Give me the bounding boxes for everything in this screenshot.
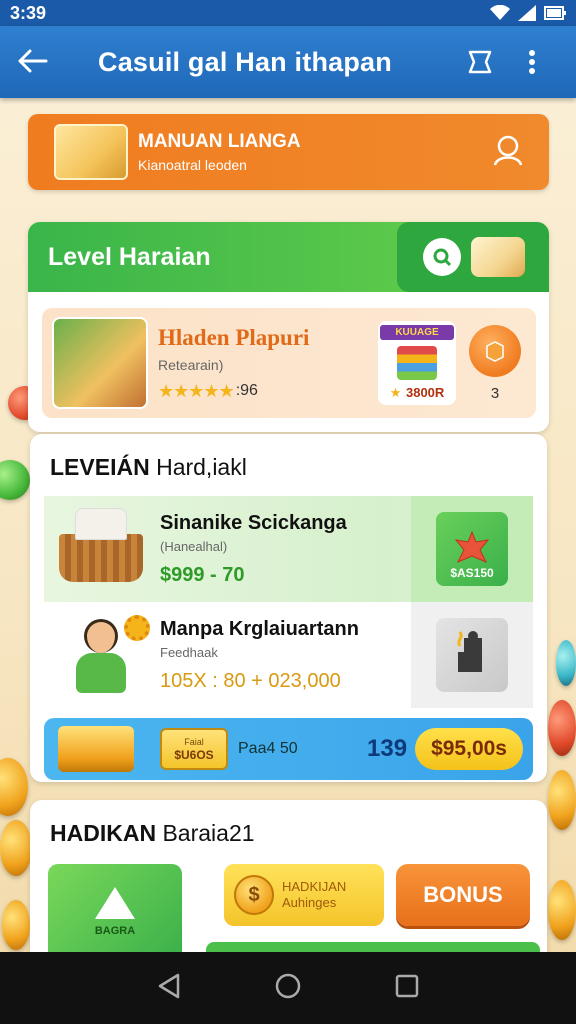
promo-count: 139 bbox=[367, 735, 408, 762]
character-avatar bbox=[66, 615, 150, 695]
search-button[interactable] bbox=[423, 238, 461, 276]
status-bar: 3:39 bbox=[0, 0, 576, 26]
decor-coin bbox=[556, 640, 576, 686]
basket-icon bbox=[59, 508, 143, 582]
user-icon bbox=[493, 135, 523, 166]
reward-line2: Auhinges bbox=[282, 895, 337, 910]
product-value: ★ 3800R bbox=[389, 385, 445, 400]
search-icon bbox=[433, 248, 452, 267]
product-box[interactable]: KUUAGE ★ 3800R bbox=[378, 321, 456, 405]
bonus-tile[interactable]: BAGRA bbox=[48, 864, 182, 960]
bonus-button[interactable]: BONUS bbox=[396, 864, 530, 926]
banner-subtitle: Kianoatral leoden bbox=[138, 157, 247, 173]
star-rating-icon: ★★★★★ bbox=[158, 380, 235, 401]
back-button[interactable] bbox=[18, 44, 70, 81]
page-title: Casuil gal Han ithapan bbox=[98, 46, 392, 77]
fuel-pump-icon bbox=[457, 631, 482, 672]
offers-title: LEVEIÁN Hard,iakl bbox=[50, 454, 247, 480]
price-tag: Faial $U6OS bbox=[160, 728, 228, 770]
gear-icon bbox=[124, 615, 150, 641]
product-label: KUUAGE bbox=[380, 325, 454, 340]
star-burst-icon bbox=[454, 530, 490, 563]
nav-back-button[interactable] bbox=[156, 972, 182, 1005]
item-title: Sinanike Scickanga bbox=[160, 511, 347, 534]
list-item[interactable]: Sinanike Scickanga (Hanealhal) $999 - 70… bbox=[44, 496, 533, 602]
dollar-coin-icon: $ bbox=[234, 875, 274, 915]
flag-icon bbox=[468, 50, 492, 74]
level-actions bbox=[397, 222, 549, 292]
triangle-back-icon bbox=[158, 973, 180, 998]
more-menu-button[interactable] bbox=[506, 49, 558, 75]
offers-card: LEVEIÁN Hard,iakl Sinanike Scickanga (Ha… bbox=[30, 434, 547, 782]
decor-coin bbox=[0, 820, 32, 876]
reward-line1: HADKIJAN bbox=[282, 879, 347, 895]
featured-rating: ★★★★★ :96 bbox=[158, 381, 378, 402]
nav-recents-button[interactable] bbox=[394, 973, 420, 1004]
status-icons bbox=[490, 5, 566, 21]
bonus-card: HADIKAN Baraia21 BAGRA $ HADKIJAN Auhing… bbox=[30, 800, 547, 960]
item-subtitle: Feedhaak bbox=[160, 644, 218, 660]
circle-home-icon bbox=[275, 973, 301, 998]
price-button[interactable]: $95,00s bbox=[415, 728, 523, 770]
item-title: Manpa Krglaiuartann bbox=[160, 617, 359, 640]
nav-home-button[interactable] bbox=[274, 972, 302, 1005]
item-value: 105X : 80 + 023,000 bbox=[160, 669, 341, 692]
featured-item[interactable]: Hladen Plapuri Retearain) ★★★★★ :96 KUUA… bbox=[42, 308, 536, 418]
system-nav-bar bbox=[0, 952, 576, 1024]
status-time: 3:39 bbox=[10, 2, 47, 23]
star-icon: ★ bbox=[389, 385, 402, 400]
promo-label: Paa4 50 bbox=[238, 740, 298, 757]
reward-button[interactable]: $ HADKIJAN Auhinges bbox=[224, 864, 384, 926]
rating-value: :96 bbox=[235, 382, 258, 399]
promo-bar[interactable]: Faial $U6OS Paa4 50 139 $95,00s bbox=[44, 718, 533, 780]
decor-coin bbox=[548, 880, 576, 940]
box-icon[interactable] bbox=[469, 324, 521, 377]
item-value: $999 - 70 bbox=[160, 563, 245, 586]
list-item[interactable]: Manpa Krglaiuartann Feedhaak 105X : 80 +… bbox=[44, 602, 533, 708]
app-bar: Casuil gal Han ithapan bbox=[0, 26, 576, 98]
blocks-icon bbox=[397, 345, 437, 380]
fuel-tile[interactable] bbox=[436, 618, 508, 692]
square-recents-icon bbox=[395, 974, 419, 997]
banner-title: MANUAN LIANGA bbox=[138, 131, 301, 152]
scroll-icon[interactable] bbox=[471, 237, 525, 277]
level-header: Level Haraian bbox=[28, 222, 549, 292]
bookmark-button[interactable] bbox=[454, 48, 506, 76]
featured-subtitle: Retearain) bbox=[158, 356, 224, 373]
decor-coin bbox=[548, 700, 576, 756]
bonus-title: HADIKAN Baraia21 bbox=[50, 820, 255, 846]
battery-icon bbox=[544, 6, 566, 20]
badge-text: $AS150 bbox=[450, 566, 494, 580]
badge-tile[interactable]: $AS150 bbox=[436, 512, 508, 586]
decor-coin bbox=[2, 900, 30, 950]
triangle-icon bbox=[95, 887, 135, 919]
treasure-box-icon bbox=[54, 124, 128, 180]
wifi-icon bbox=[490, 5, 510, 20]
item-subtitle: (Hanealhal) bbox=[160, 538, 228, 554]
side-count: 3 bbox=[490, 384, 500, 402]
featured-title: Hladen Plapuri bbox=[158, 324, 310, 350]
level-title: Level Haraian bbox=[48, 242, 211, 271]
shopkeeper-illustration bbox=[52, 317, 148, 409]
decor-coin bbox=[0, 758, 28, 816]
gold-bars-icon bbox=[58, 726, 134, 772]
signal-icon bbox=[518, 5, 536, 21]
decor-coin bbox=[548, 770, 576, 830]
promo-banner[interactable]: MANUAN LIANGA Kianoatral leoden bbox=[28, 114, 549, 190]
profile-button[interactable] bbox=[491, 133, 525, 172]
tile-label: BAGRA bbox=[94, 925, 136, 937]
decor-coin bbox=[0, 460, 30, 500]
level-card: Level Haraian Hladen Plapuri Retearain) … bbox=[28, 222, 549, 432]
arrow-left-icon bbox=[18, 49, 48, 72]
more-vert-icon bbox=[529, 50, 535, 74]
